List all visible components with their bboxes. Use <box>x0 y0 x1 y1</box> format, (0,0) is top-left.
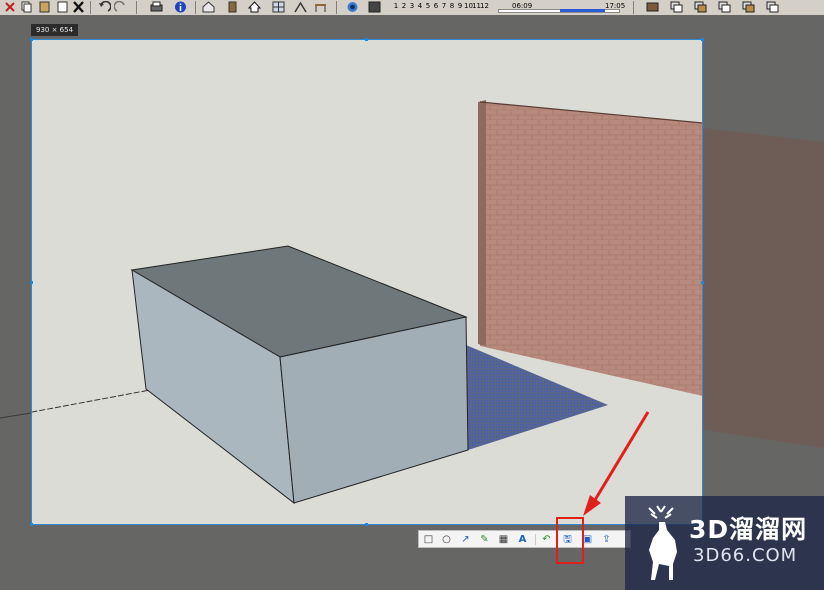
annotation-arrow <box>590 411 650 506</box>
watermark-domain: 3D66.COM <box>693 545 798 566</box>
watermark-brand: 3D溜溜网 <box>689 515 808 544</box>
deer-logo-icon <box>648 505 677 580</box>
save-button-highlight <box>556 517 584 564</box>
annotation-arrowhead <box>583 495 601 516</box>
